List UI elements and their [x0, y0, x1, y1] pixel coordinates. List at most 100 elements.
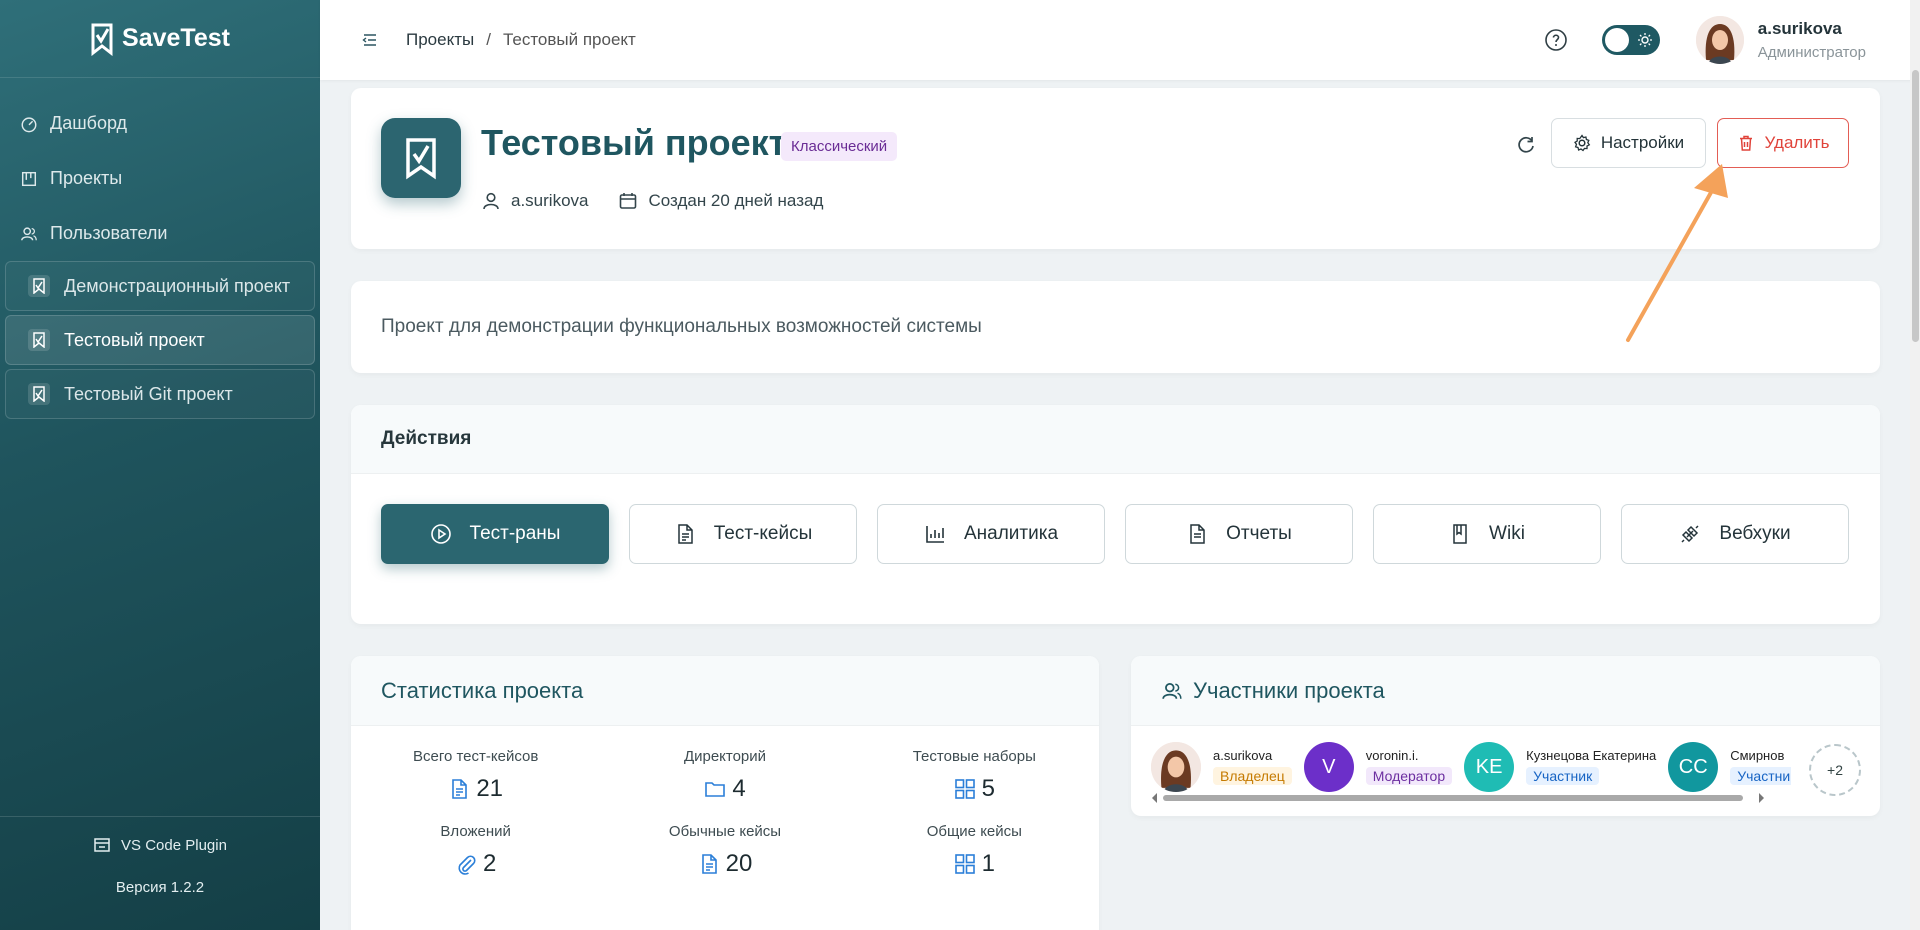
project-members-card: Участники проекта a.surikova Владелец V …: [1131, 656, 1880, 816]
scroll-right-icon[interactable]: [1757, 792, 1765, 804]
member-avatar: CC: [1668, 742, 1719, 792]
grid-icon: [954, 854, 975, 874]
members-scroll-thumb[interactable]: [1163, 795, 1743, 801]
paperclip-icon: [458, 855, 476, 875]
help-icon[interactable]: [1544, 28, 1568, 52]
stat-test-suites: Тестовые наборы 5: [912, 748, 1036, 802]
stat-regular-cases: Обычные кейсы 20: [668, 823, 782, 877]
stats-grid: Всего тест-кейсов 21 Директорий 4 Тестов…: [351, 748, 1099, 878]
member-item[interactable]: V voronin.i. Модератор: [1303, 742, 1453, 792]
wiki-button[interactable]: Wiki: [1373, 504, 1601, 564]
member-item[interactable]: KE Кузнецова Екатерина Участник: [1464, 742, 1656, 792]
nav-label: Проекты: [50, 168, 123, 188]
play-icon: [430, 524, 451, 544]
webhook-icon: [1681, 525, 1699, 543]
document-icon: [701, 854, 717, 874]
more-members-button[interactable]: +2: [1809, 744, 1861, 796]
action-label: Вебхуки: [1719, 523, 1791, 544]
member-role-badge: Владелец: [1213, 767, 1292, 785]
dashboard-icon: [21, 116, 37, 132]
app-logo[interactable]: SaveTest: [0, 0, 320, 78]
action-label: Тест-кейсы: [713, 523, 813, 544]
members-scrollbar[interactable]: [1151, 792, 1791, 804]
member-name: Кузнецова Екатерина: [1526, 748, 1657, 763]
test-runs-button[interactable]: Тест-раны: [381, 504, 609, 564]
member-name: a.surikova: [1213, 748, 1273, 763]
sidebar-project-git[interactable]: Тестовый Git проект: [5, 369, 315, 419]
sidebar-project-label: Демонстрационный проект: [64, 275, 291, 296]
nav-item-users[interactable]: Пользователи: [0, 206, 320, 261]
user-name: a.surikova: [1757, 19, 1842, 38]
vscode-plugin-link[interactable]: VS Code Plugin: [0, 817, 320, 873]
member-item[interactable]: a.surikova Владелец: [1151, 742, 1292, 792]
member-role-badge: Участник: [1526, 767, 1600, 785]
app-version: Версия 1.2.2: [115, 879, 205, 896]
stat-attachments: Вложений 2: [440, 823, 511, 877]
nav-item-dashboard[interactable]: Дашборд: [0, 96, 320, 151]
members-header: Участники проекта: [1131, 656, 1880, 726]
stat-directories: Директорий 4: [683, 748, 767, 802]
breadcrumb-projects[interactable]: Проекты: [406, 30, 474, 50]
sidebar-project-list: Демонстрационный проект Тестовый проект …: [0, 261, 320, 419]
refresh-icon[interactable]: [1515, 134, 1537, 156]
project-logo-icon: [406, 138, 436, 180]
nav-item-projects[interactable]: Проекты: [0, 151, 320, 206]
report-icon: [1190, 524, 1205, 544]
user-icon: [483, 192, 499, 210]
reports-button[interactable]: Отчеты: [1125, 504, 1353, 564]
sidebar: SaveTest Дашборд Проекты Пользователи Де…: [0, 0, 320, 930]
calendar-icon: [620, 193, 637, 209]
scrollbar-thumb[interactable]: [1912, 70, 1919, 342]
sun-icon: [1637, 33, 1652, 47]
member-avatar: V: [1303, 742, 1354, 792]
webhooks-button[interactable]: Вебхуки: [1621, 504, 1849, 564]
member-role-badge: Модератор: [1365, 767, 1453, 785]
users-icon: [21, 226, 37, 241]
breadcrumb: Проекты / Тестовый проект: [406, 30, 636, 50]
member-item[interactable]: CC Смирнов Участник: [1668, 742, 1791, 792]
user-role: Администратор: [1757, 44, 1866, 61]
users-icon: [1162, 682, 1182, 699]
members-list[interactable]: a.surikova Владелец V voronin.i. Модерат…: [1151, 738, 1791, 796]
nav-label: Дашборд: [50, 113, 128, 133]
sidebar-project-label: Тестовый проект: [64, 329, 205, 350]
actions-card: Действия Тест-раны Тест-кейсы Аналитика …: [351, 405, 1880, 624]
plugin-label: VS Code Plugin: [121, 836, 227, 854]
project-created: Создан 20 дней назад: [648, 191, 824, 210]
toggle-knob: [1604, 28, 1629, 52]
test-cases-button[interactable]: Тест-кейсы: [629, 504, 857, 564]
bar-chart-icon: [926, 526, 944, 543]
savetest-logo-icon: [91, 23, 113, 56]
theme-toggle[interactable]: [1601, 25, 1660, 55]
project-logo-icon: [28, 329, 50, 351]
member-avatar: KE: [1464, 742, 1515, 792]
user-info[interactable]: a.surikova Администратор: [1758, 19, 1866, 61]
project-logo: [381, 118, 461, 198]
gear-icon: [1573, 134, 1591, 152]
actions-title: Действия: [351, 405, 1880, 474]
member-avatar: [1151, 742, 1201, 792]
member-name: Смирнов: [1730, 748, 1785, 763]
breadcrumb-separator: /: [486, 30, 491, 49]
project-title: Тестовый проект: [481, 122, 787, 163]
grid-icon: [954, 779, 975, 799]
stat-total-cases: Всего тест-кейсов 21: [412, 748, 539, 802]
action-label: Отчеты: [1226, 523, 1292, 544]
sidebar-project-test[interactable]: Тестовый проект: [5, 315, 315, 365]
project-logo-icon: [28, 383, 50, 405]
nav-label: Пользователи: [50, 223, 168, 243]
user-avatar[interactable]: [1695, 16, 1744, 64]
page-scrollbar[interactable]: [1910, 0, 1920, 930]
actions-row: Тест-раны Тест-кейсы Аналитика Отчеты Wi…: [381, 504, 1849, 564]
scroll-left-icon[interactable]: [1151, 792, 1159, 804]
top-header: Проекты / Тестовый проект a.surikova Адм…: [320, 0, 1920, 80]
menu-collapse-icon[interactable]: [360, 30, 380, 50]
action-label: Тест-раны: [469, 523, 561, 544]
analytics-button[interactable]: Аналитика: [877, 504, 1105, 564]
project-logo-icon: [28, 275, 50, 297]
sidebar-project-demo[interactable]: Демонстрационный проект: [5, 261, 315, 311]
folder-icon: [705, 782, 726, 797]
stat-shared-cases: Общие кейсы 1: [926, 823, 1022, 877]
member-name: voronin.i.: [1365, 748, 1419, 763]
project-description: Проект для демонстрации функциональных в…: [381, 316, 982, 337]
